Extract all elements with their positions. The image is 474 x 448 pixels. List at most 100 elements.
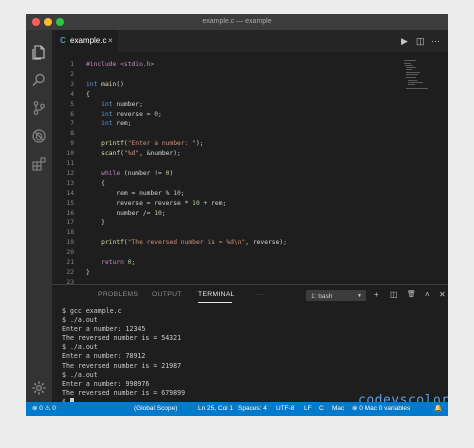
close-tab-icon[interactable]: × <box>108 30 113 52</box>
line-number: 19 <box>66 239 74 247</box>
maximize-panel-icon[interactable]: ˄ <box>425 289 430 301</box>
chevron-down-icon: ▼ <box>357 293 362 299</box>
run-icon[interactable]: ▶ <box>401 30 408 52</box>
tab-problems[interactable]: PROBLEMS <box>98 285 138 305</box>
line-number: 7 <box>70 120 74 128</box>
code-line[interactable]: 10 scanf("%d", &number); <box>52 149 422 159</box>
code-line[interactable]: 9 printf("Enter a number: "); <box>52 139 422 149</box>
platform[interactable]: Mac <box>332 402 344 416</box>
code-editor[interactable]: 1 #include <stdio.h> 2 3 int main() 4{5 int n… <box>52 52 448 286</box>
code-line[interactable]: 18 <box>52 228 422 238</box>
line-number: 13 <box>66 179 74 187</box>
code-line[interactable]: 13 { <box>52 179 422 189</box>
more-actions-icon[interactable]: ··· <box>431 30 440 52</box>
files-icon[interactable] <box>31 44 47 60</box>
new-terminal-icon[interactable]: + <box>374 289 379 301</box>
terminal-line: $ ./a.out <box>62 370 98 379</box>
line-number: 6 <box>70 110 74 118</box>
close-window-button[interactable] <box>32 18 40 26</box>
code-text: { <box>86 179 105 187</box>
language-mode[interactable]: C <box>319 402 324 416</box>
code-line[interactable]: 3 int main() <box>52 80 422 90</box>
maximize-window-button[interactable] <box>56 18 64 26</box>
source-control-icon[interactable] <box>31 100 47 116</box>
minimize-window-button[interactable] <box>44 18 52 26</box>
trash-icon[interactable]: 🗑 <box>407 289 416 301</box>
line-number: 9 <box>70 140 74 148</box>
code-line[interactable]: 2 <box>52 70 422 80</box>
encoding[interactable]: UTF-8 <box>276 402 294 416</box>
code-line[interactable]: 16 number /= 10; <box>52 209 422 219</box>
line-number: 14 <box>66 189 74 197</box>
code-line[interactable]: 14 rem = number % 10; <box>52 189 422 199</box>
line-number: 20 <box>66 249 74 257</box>
line-number: 22 <box>66 268 74 276</box>
line-number: 10 <box>66 150 74 158</box>
code-text: printf("The reversed number is = %d\n", … <box>101 239 287 247</box>
vscode-window: example.c — example C example.c × ▶ ◫ ··… <box>26 14 448 416</box>
errors-warnings-count[interactable]: ⊗ 0 ⚠ 0 <box>32 402 56 416</box>
code-text: int main() <box>86 80 124 88</box>
search-icon[interactable] <box>31 72 47 88</box>
debug-icon[interactable] <box>31 128 47 144</box>
line-number: 21 <box>66 259 74 266</box>
activity-bar <box>26 30 52 402</box>
code-text: } <box>86 219 105 227</box>
line-number: 15 <box>66 199 74 207</box>
code-line[interactable]: 19 printf("The reversed number is = %d\n… <box>52 238 422 248</box>
code-text: int number; <box>101 100 143 108</box>
minimap[interactable] <box>404 60 434 90</box>
terminal-line: Enter a number: 12345 <box>62 325 146 334</box>
terminal-line: Enter a number: 998976 <box>62 379 150 388</box>
line-number: 11 <box>66 160 74 167</box>
title-bar: example.c — example <box>26 14 448 30</box>
end-of-line[interactable]: LF <box>304 402 312 416</box>
code-line[interactable]: 1 #include <stdio.h> <box>52 60 422 70</box>
code-line[interactable]: 4{ <box>52 90 422 100</box>
terminal-line: Enter a number: 78912 <box>62 352 146 361</box>
scope-indicator[interactable]: (Global Scope) <box>134 402 177 416</box>
gear-icon[interactable] <box>31 380 47 396</box>
terminal-line: $ gcc example.c <box>62 307 122 315</box>
code-line[interactable]: 17 } <box>52 218 422 228</box>
code-line[interactable]: 11 <box>52 159 422 169</box>
code-text: scanf("%d", &number); <box>101 150 181 158</box>
code-line[interactable]: 5 int number; <box>52 100 422 110</box>
indentation[interactable]: Spaces: 4 <box>238 402 267 416</box>
notifications-bell-icon[interactable]: 🔔 <box>434 402 442 416</box>
code-text: number /= 10; <box>86 209 166 217</box>
line-number: 3 <box>70 80 74 88</box>
terminal-shell-select[interactable]: 1: bash ▼ <box>306 290 366 301</box>
code-text: } <box>86 268 90 276</box>
tab-example-c[interactable]: C example.c × <box>52 30 118 52</box>
terminal-output[interactable]: $ gcc example.c $ ./a.out Enter a number: … <box>62 307 442 406</box>
split-editor-icon[interactable]: ◫ <box>416 30 425 52</box>
panel-header: PROBLEMS OUTPUT TERMINAL ··· 1: bash ▼ +… <box>52 285 448 305</box>
terminal-line: The reversed number is = 21987 <box>62 361 182 370</box>
code-text: int reverse = 0; <box>101 110 162 118</box>
code-line[interactable]: 8 <box>52 129 422 139</box>
extensions-icon[interactable] <box>31 156 47 172</box>
code-line[interactable]: 12 while (number != 0) <box>52 169 422 179</box>
code-text: return 0; <box>101 259 136 266</box>
split-terminal-icon[interactable]: ◫ <box>390 289 398 301</box>
terminal-line: The reversed number is = 54321 <box>62 334 182 343</box>
cursor-position[interactable]: Ln 25, Col 1 <box>198 402 233 416</box>
line-number: 12 <box>66 169 74 177</box>
code-line[interactable]: 21 return 0; <box>52 258 422 268</box>
problems-variables[interactable]: ⊗ 0 Mac 0 variables <box>352 402 410 416</box>
code-line[interactable]: 20 <box>52 248 422 258</box>
line-number: 1 <box>70 61 74 68</box>
close-panel-icon[interactable]: ✕ <box>439 289 446 301</box>
code-text: rem = number % 10; <box>86 189 185 197</box>
code-line[interactable]: 15 reverse = reverse * 10 + rem; <box>52 199 422 209</box>
tab-output[interactable]: OUTPUT <box>152 285 182 305</box>
line-number: 8 <box>70 130 74 138</box>
code-line[interactable]: 7 int rem; <box>52 119 422 129</box>
code-line[interactable]: 22} <box>52 268 422 278</box>
tab-bar: C example.c × ▶ ◫ ··· <box>52 30 448 52</box>
panel-more-icon[interactable]: ··· <box>256 285 264 305</box>
line-number: 16 <box>66 209 74 217</box>
active-tab-indicator <box>198 302 232 303</box>
code-line[interactable]: 6 int reverse = 0; <box>52 110 422 120</box>
